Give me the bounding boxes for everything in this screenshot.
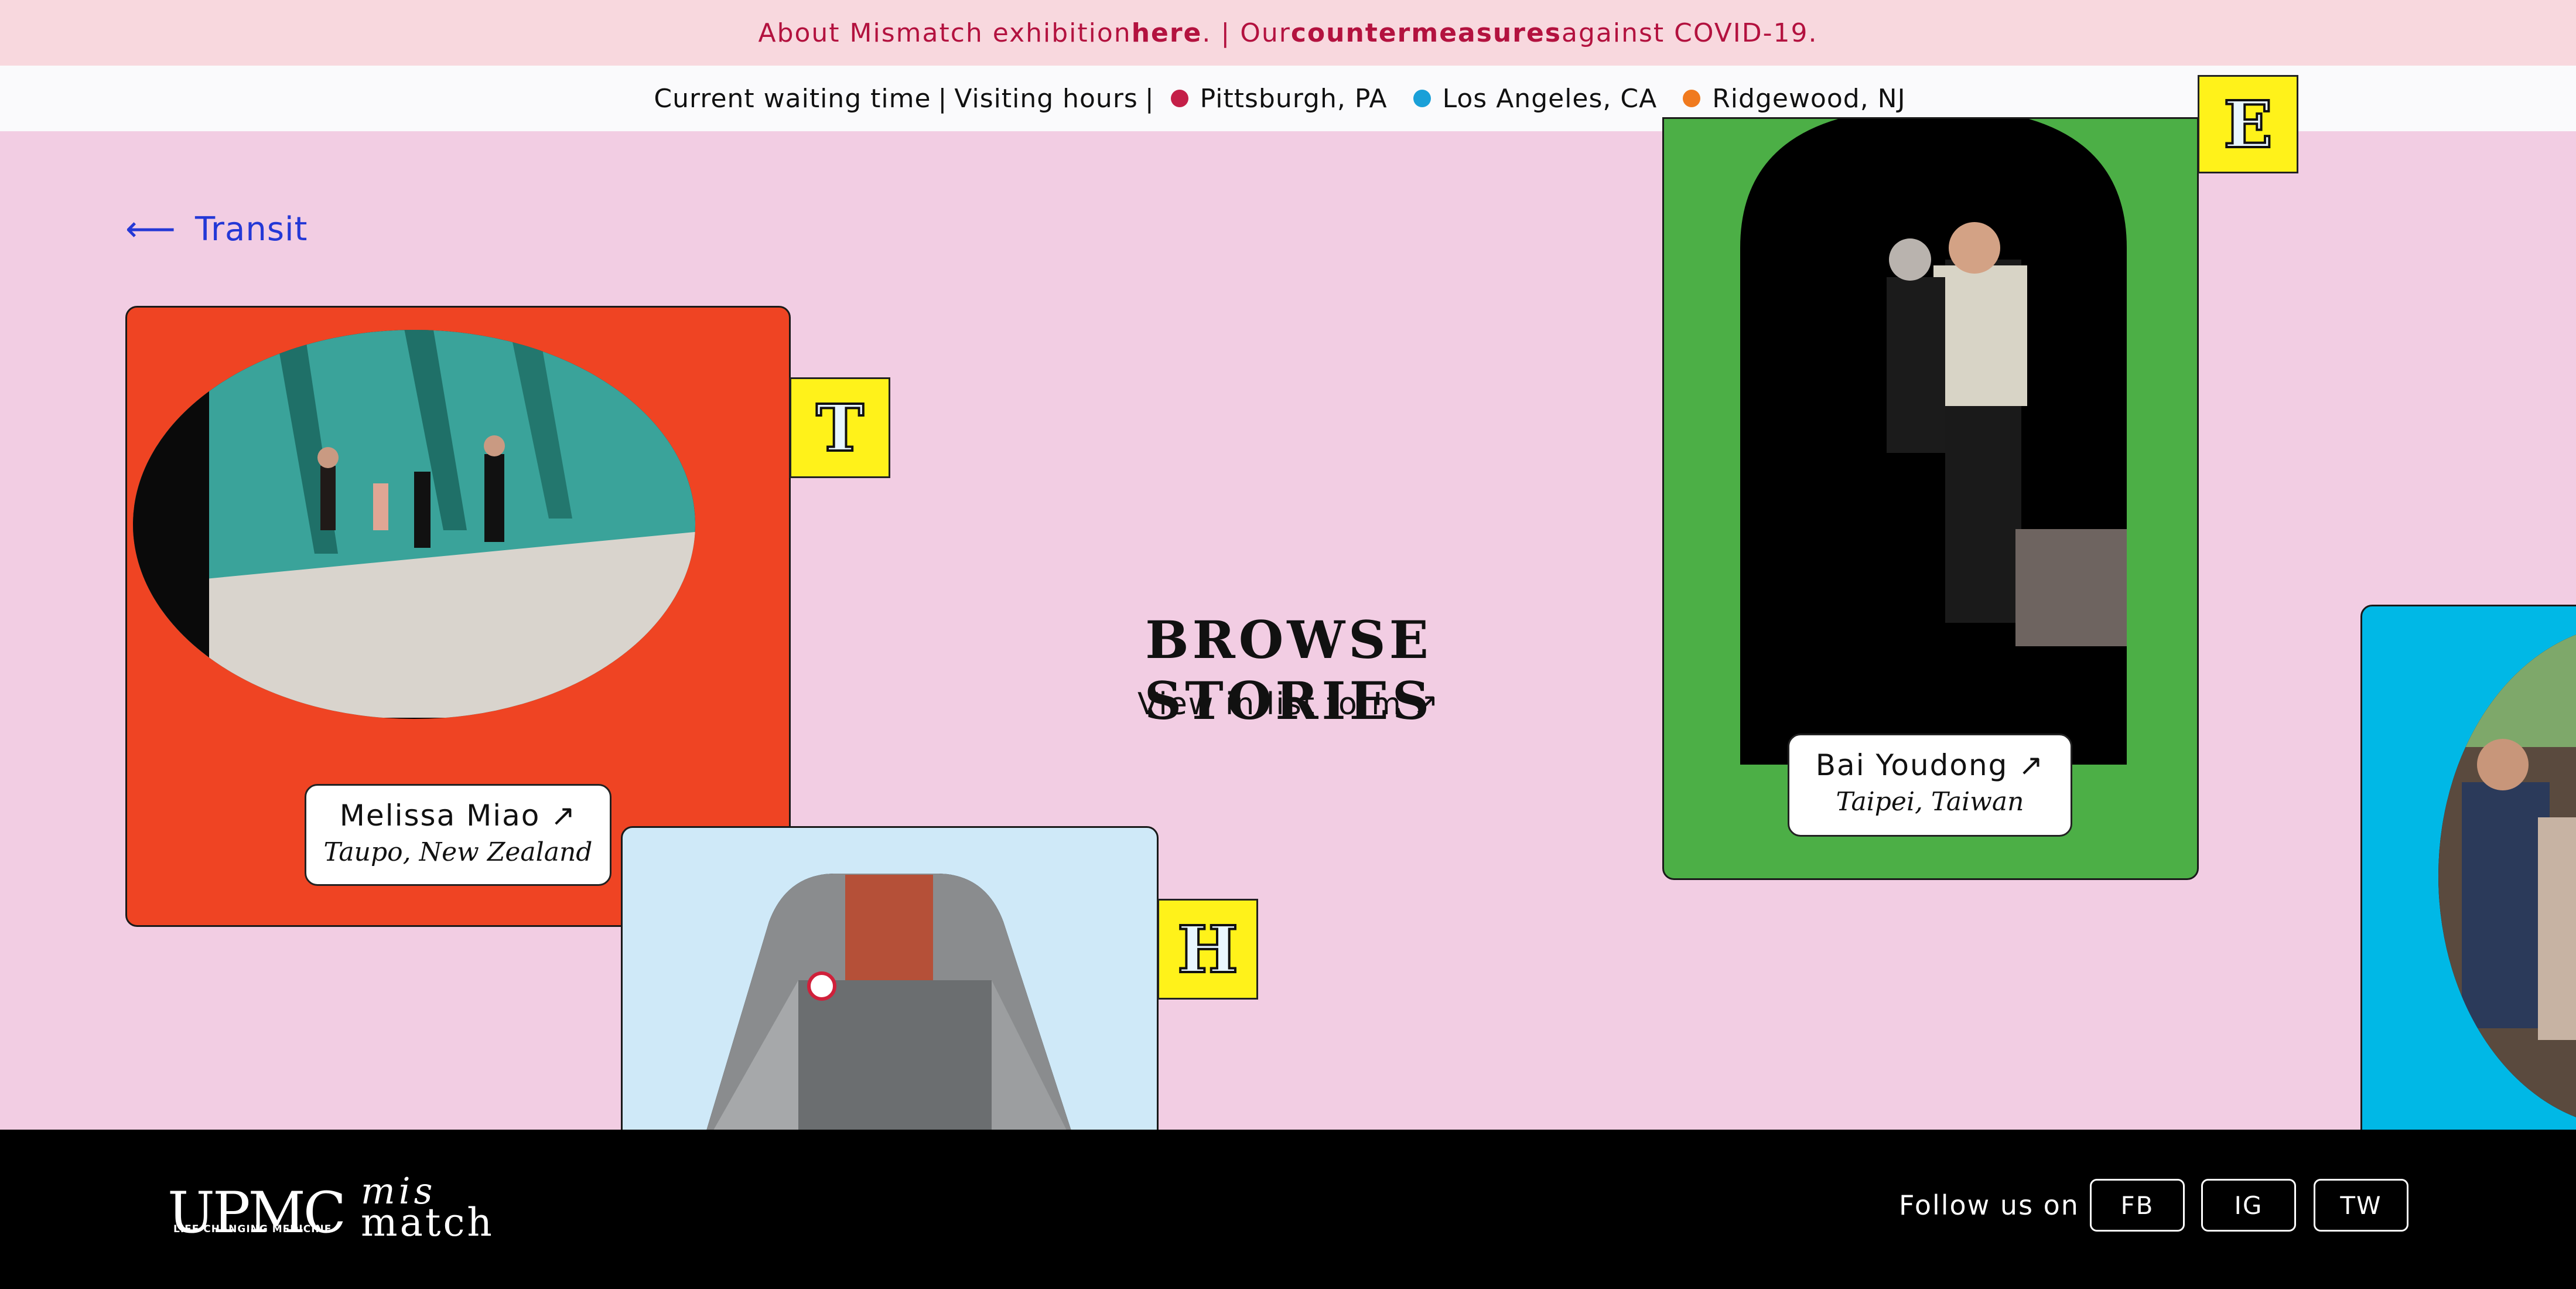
story-photo bbox=[2438, 624, 2576, 1128]
location-label: Los Angeles, CA bbox=[1442, 83, 1658, 114]
location-pittsburgh[interactable]: Pittsburgh, PA bbox=[1170, 83, 1388, 114]
announcement-suffix: against COVID-19. bbox=[1561, 18, 1818, 48]
arrow-left-icon: ⟵ bbox=[125, 209, 177, 250]
story-card-h[interactable] bbox=[621, 826, 1159, 1154]
announcement-here-link[interactable]: here bbox=[1132, 18, 1202, 48]
back-link-transit[interactable]: ⟵ Transit bbox=[125, 209, 308, 250]
upmc-tagline: LIFE CHANGING MEDICINE bbox=[173, 1223, 332, 1235]
view-list-form-link[interactable]: View in list form ↗ bbox=[1066, 687, 1511, 722]
arrow-up-right-icon: ↗ bbox=[1413, 687, 1440, 722]
story-name: Bai Youdong ↗ bbox=[1815, 748, 2045, 782]
story-name: Melissa Miao ↗ bbox=[339, 799, 577, 833]
follow-us-label: Follow us on bbox=[1899, 1189, 2079, 1221]
arrow-up-right-icon: ↗ bbox=[551, 799, 577, 833]
story-photo bbox=[699, 874, 1079, 1152]
story-place: Taipei, Taiwan bbox=[1836, 787, 2024, 817]
announcement-bar: About Mismatch exhibition here . | Our c… bbox=[0, 0, 2576, 66]
back-link-label: Transit bbox=[195, 210, 308, 248]
story-place: Taupo, New Zealand bbox=[323, 837, 593, 867]
story-letter-badge: E bbox=[2198, 75, 2298, 173]
location-ridgewood[interactable]: Ridgewood, NJ bbox=[1683, 84, 1905, 114]
instagram-button[interactable]: IG bbox=[2201, 1179, 2296, 1232]
list-link-label: View in list form bbox=[1137, 687, 1402, 722]
location-dot-icon bbox=[1683, 90, 1701, 107]
countermeasures-link[interactable]: countermeasures bbox=[1291, 18, 1562, 48]
separator: | bbox=[1144, 83, 1154, 114]
waiting-time-link[interactable]: Current waiting time bbox=[654, 84, 931, 114]
announcement-prefix: About Mismatch exhibition bbox=[758, 18, 1132, 48]
location-label: Ridgewood, NJ bbox=[1712, 83, 1906, 114]
location-los-angeles[interactable]: Los Angeles, CA bbox=[1413, 84, 1658, 114]
arrow-up-right-icon: ↗ bbox=[2018, 748, 2045, 782]
story-card-partial[interactable] bbox=[2360, 605, 2576, 1155]
separator: | bbox=[938, 83, 948, 114]
story-letter-badge: T bbox=[790, 377, 890, 478]
story-label[interactable]: Bai Youdong ↗ Taipei, Taiwan bbox=[1788, 734, 2072, 837]
location-dot-icon bbox=[1413, 90, 1431, 107]
story-photo bbox=[1740, 119, 2127, 765]
location-label: Pittsburgh, PA bbox=[1200, 83, 1388, 114]
story-label[interactable]: Melissa Miao ↗ Taupo, New Zealand bbox=[305, 784, 611, 886]
announcement-middle: . | Our bbox=[1202, 18, 1291, 48]
twitter-button[interactable]: TW bbox=[2314, 1179, 2408, 1232]
mismatch-logo-match[interactable]: match bbox=[361, 1200, 494, 1245]
story-letter-badge: H bbox=[1157, 899, 1258, 1000]
location-dot-icon bbox=[1170, 90, 1188, 107]
upmc-logo[interactable]: UPMC bbox=[168, 1180, 346, 1246]
visiting-hours-link[interactable]: Visiting hours bbox=[954, 84, 1138, 114]
facebook-button[interactable]: FB bbox=[2090, 1179, 2185, 1232]
